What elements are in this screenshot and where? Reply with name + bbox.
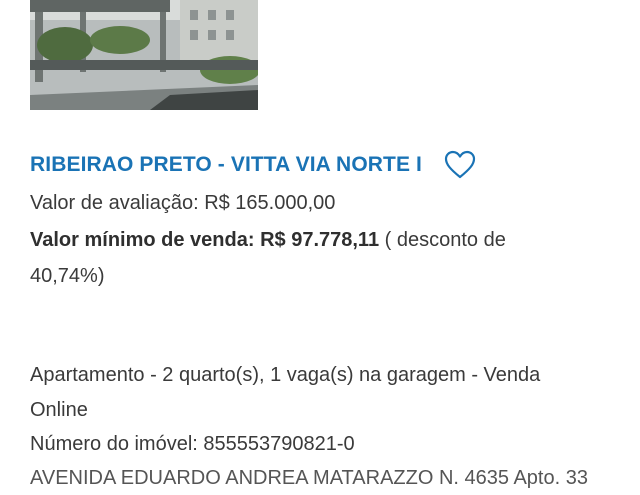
property-photo[interactable] xyxy=(30,0,258,110)
discount-row: 40,74%) xyxy=(30,260,105,293)
listing-header: RIBEIRAO PRETO - VITTA VIA NORTE I xyxy=(30,150,476,180)
property-type-row: Apartamento - 2 quarto(s), 1 vaga(s) na … xyxy=(30,359,540,392)
min-sale-label: Valor mínimo de venda: xyxy=(30,229,255,251)
appraisal-value: R$ 165.000,00 xyxy=(204,192,336,214)
discount-text: ( desconto de xyxy=(384,229,506,251)
min-sale-row: Valor mínimo de venda: R$ 97.778,11 ( de… xyxy=(30,224,506,257)
property-number-row: Número do imóvel: 855553790821-0 xyxy=(30,428,355,461)
property-type-row-cont: Online xyxy=(30,394,88,427)
appraisal-row: Valor de avaliação: R$ 165.000,00 xyxy=(30,187,335,220)
listing-title[interactable]: RIBEIRAO PRETO - VITTA VIA NORTE I xyxy=(30,153,422,177)
appraisal-label: Valor de avaliação: xyxy=(30,192,199,214)
address-row: AVENIDA EDUARDO ANDREA MATARAZZO N. 4635… xyxy=(30,462,588,495)
property-address: AVENIDA EDUARDO ANDREA MATARAZZO N. 4635… xyxy=(30,467,588,489)
property-type-text: Apartamento - 2 quarto(s), 1 vaga(s) na … xyxy=(30,364,541,386)
heart-outline-icon[interactable] xyxy=(444,150,476,180)
property-type-text-cont: Online xyxy=(30,399,88,421)
discount-percent: 40,74%) xyxy=(30,265,105,287)
property-number: Número do imóvel: 855553790821-0 xyxy=(30,433,355,455)
min-sale-value: R$ 97.778,11 xyxy=(260,229,380,251)
